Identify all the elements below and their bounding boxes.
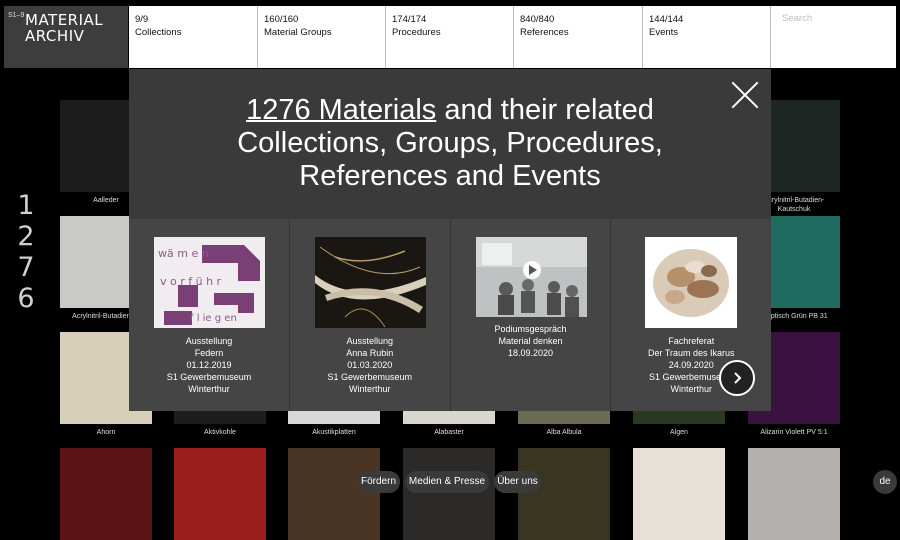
logo-line-2: ARCHIV — [25, 27, 85, 45]
material-label: Akustikplatten — [312, 429, 356, 436]
material-swatch — [633, 448, 725, 540]
thumb-text: v o r f ü h r — [160, 275, 222, 288]
event-type: Ausstellung — [185, 336, 233, 346]
event-thumbnail: wä m e n v o r f ü h r f l ie g en — [154, 237, 265, 328]
event-date: 01.12.2019 — [186, 360, 232, 370]
headline-text: and their related — [436, 94, 654, 126]
event-thumbnail — [475, 237, 587, 317]
material-label: Alabaster — [434, 429, 464, 436]
event-date: 18.09.2020 — [507, 348, 554, 358]
nav-tab-collections[interactable]: 9/9 Collections — [129, 6, 258, 68]
thumb-text: wä m e n — [158, 247, 209, 260]
footer-link-ueber-uns[interactable]: Über uns — [494, 471, 541, 493]
nav-count: 840/840 — [520, 14, 555, 25]
event-info: Podiumsgespräch Material denken 18.09.20… — [451, 323, 611, 359]
event-city: Winterthur — [348, 384, 391, 394]
materials-link[interactable]: 1276 Materials — [246, 94, 436, 126]
headline-text: References and Events — [299, 160, 601, 192]
count-digit: 1 — [17, 190, 35, 221]
search-placeholder: Search — [782, 13, 813, 24]
footer-link-foerdern[interactable]: Fördern — [357, 471, 400, 493]
event-card[interactable]: wä m e n v o r f ü h r f l ie g en Ausst… — [129, 219, 290, 411]
nav-count: 144/144 — [649, 14, 684, 25]
material-swatch — [288, 448, 380, 540]
carousel-next-button[interactable] — [719, 360, 755, 396]
material-count: 1 2 7 6 — [14, 190, 38, 314]
material-label: Ahorn — [96, 429, 116, 436]
material-swatch — [60, 448, 152, 540]
material-swatch — [518, 448, 610, 540]
headline-text: Collections, Groups, Procedures, — [237, 127, 663, 159]
material-label: Aktivkohle — [204, 429, 236, 436]
nav-count: 174/174 — [392, 14, 427, 25]
chevron-right-icon — [734, 372, 742, 384]
event-card[interactable]: Podiumsgespräch Material denken 18.09.20… — [450, 219, 612, 411]
nav-label: Material Groups — [264, 27, 332, 38]
nav-label: Events — [649, 27, 679, 38]
overlay-headline: 1276 Materials and their related Collect… — [129, 94, 771, 193]
material-label: Algen — [670, 429, 688, 436]
count-digit: 7 — [17, 252, 35, 283]
event-thumbnail — [645, 237, 738, 328]
search-input[interactable]: Search — [771, 6, 896, 68]
logo-superscript: S1–9 — [8, 12, 25, 19]
material-label: Alizarin Violett PV 5:1 — [760, 429, 828, 436]
material-swatch — [748, 448, 840, 540]
event-type: Podiumsgespräch — [494, 324, 567, 334]
language-switch[interactable]: de — [873, 470, 897, 494]
nav-label: References — [520, 27, 569, 38]
footer-link-medien-presse[interactable]: Medien & Presse — [405, 471, 489, 493]
event-thumbnail — [314, 237, 426, 328]
nav-label: Procedures — [392, 27, 441, 38]
materials-overlay: 1276 Materials and their related Collect… — [129, 69, 771, 411]
event-card[interactable]: Ausstellung Anna Rubin 01.03.2020 S1 Gew… — [289, 219, 451, 411]
thumb-text: f l ie g en — [190, 313, 237, 324]
event-info: Ausstellung Anna Rubin 01.03.2020 S1 Gew… — [290, 335, 450, 395]
material-swatch — [403, 448, 495, 540]
material-swatch — [174, 448, 266, 540]
count-digit: 2 — [17, 221, 35, 252]
count-digit: 6 — [17, 283, 35, 314]
nav-count: 9/9 — [135, 14, 149, 25]
event-type: Ausstellung — [346, 336, 394, 346]
nav-count: 160/160 — [264, 14, 299, 25]
event-title: Der Traum des Ikarus — [647, 348, 735, 358]
event-date: 01.03.2020 — [347, 360, 393, 370]
event-venue: S1 Gewerbemuseum — [327, 372, 413, 382]
event-venue: S1 Gewerbemuseum — [166, 372, 252, 382]
material-label: Alba Albula — [546, 429, 582, 436]
event-carousel: wä m e n v o r f ü h r f l ie g en Ausst… — [129, 219, 771, 411]
nav-tab-references[interactable]: 840/840 References — [514, 6, 643, 68]
event-title: Federn — [194, 348, 224, 358]
event-title: Anna Rubin — [346, 348, 394, 358]
nav-label: Collections — [135, 27, 182, 38]
event-type: Fachreferat — [668, 336, 715, 346]
nav-tab-material-groups[interactable]: 160/160 Material Groups — [258, 6, 386, 68]
logo[interactable]: S1–9 MATERIAL ARCHIV — [4, 6, 128, 68]
nav-tab-events[interactable]: 144/144 Events — [643, 6, 771, 68]
event-city: Winterthur — [188, 384, 230, 394]
event-title: Material denken — [498, 336, 563, 346]
nav-tab-procedures[interactable]: 174/174 Procedures — [386, 6, 514, 68]
event-info: Ausstellung Federn 01.12.2019 S1 Gewerbe… — [129, 335, 289, 395]
